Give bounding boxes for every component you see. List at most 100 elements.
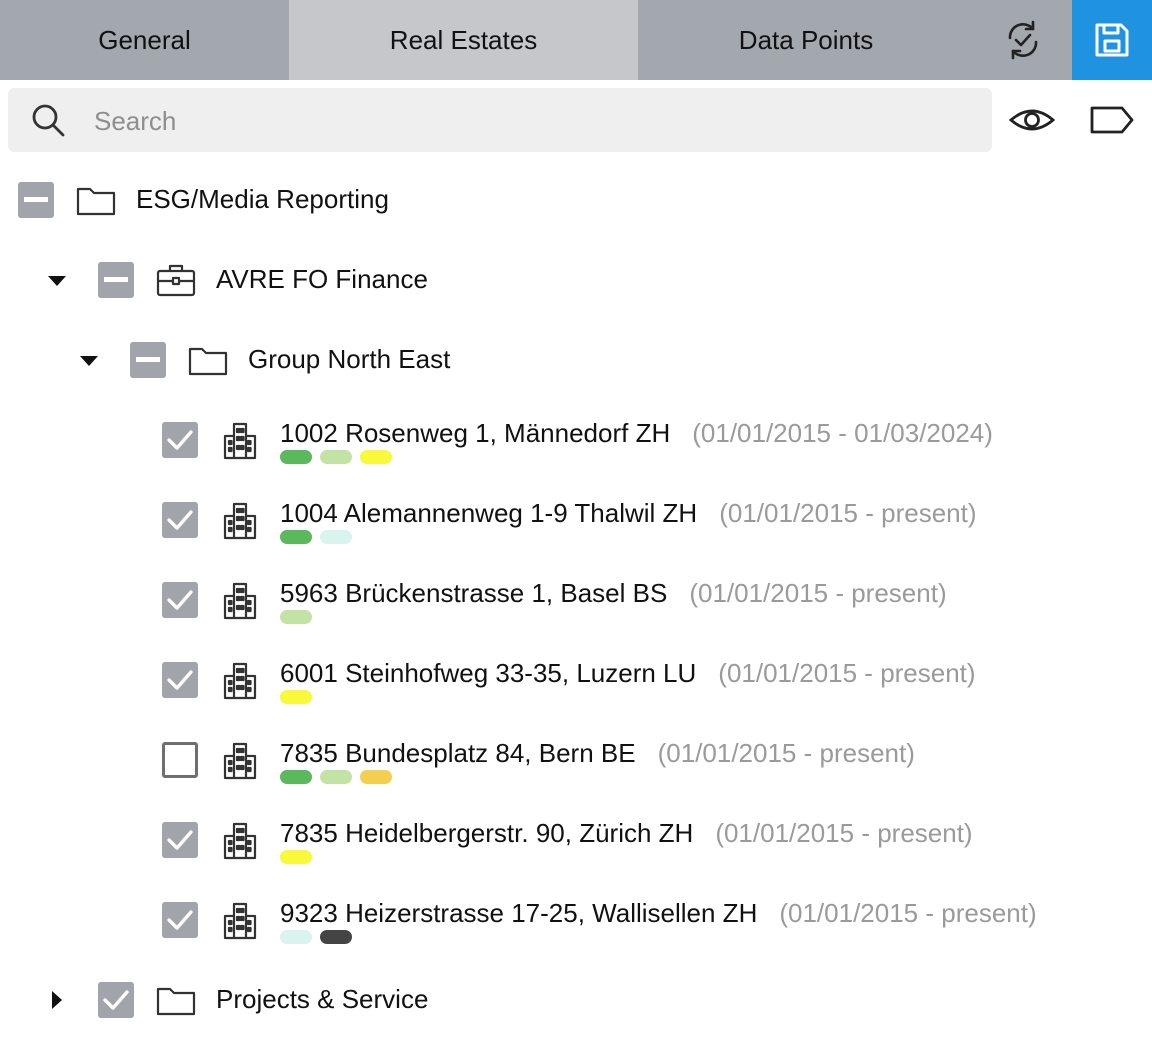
tree-label-root[interactable]: ESG/Media Reporting: [136, 184, 389, 215]
tree-label-portfolio[interactable]: AVRE FO Finance: [216, 264, 428, 295]
property-period: (01/01/2015 - present): [719, 498, 977, 528]
building-icon-wrap: [222, 420, 258, 465]
property-checkbox[interactable]: [162, 742, 198, 778]
minus-icon: [24, 197, 48, 202]
property-tags: [280, 610, 312, 624]
folder-icon: [76, 187, 116, 216]
property-period: (01/01/2015 - present): [657, 738, 915, 768]
property-label[interactable]: 5963 Brückenstrasse 1, Basel BS (01/01/20…: [280, 578, 947, 609]
caret-down-icon[interactable]: [76, 347, 102, 373]
building-icon: [223, 662, 257, 700]
property-name: 1004 Alemannenweg 1-9 Thalwil ZH: [280, 498, 698, 528]
save-button[interactable]: [1072, 0, 1152, 80]
search-box: [8, 88, 992, 152]
tag-icon: [1090, 106, 1134, 134]
checkmark-icon: [167, 910, 193, 930]
checkmark-icon: [167, 670, 193, 690]
sync-button[interactable]: [974, 0, 1072, 80]
tag-pill: [320, 930, 352, 944]
building-icon: [223, 742, 257, 780]
tree-property-row[interactable]: 7835 Heidelbergerstr. 90, Zürich ZH (01/0…: [0, 802, 1152, 878]
tab-data-points[interactable]: Data Points: [638, 0, 974, 80]
search-input[interactable]: [92, 98, 976, 144]
tree-property-row[interactable]: 6001 Steinhofweg 33-35, Luzern LU (01/01/…: [0, 642, 1152, 718]
tree-checkbox-sibling[interactable]: [98, 982, 134, 1018]
tag-pill: [280, 610, 312, 624]
eye-icon: [1008, 109, 1056, 131]
property-name: 6001 Steinhofweg 33-35, Luzern LU: [280, 658, 697, 688]
property-period: (01/01/2015 - present): [715, 818, 973, 848]
tree-property-row[interactable]: 9323 Heizerstrasse 17-25, Wallisellen ZH…: [0, 882, 1152, 958]
building-icon-wrap: [222, 740, 258, 785]
tree-property-row[interactable]: 1002 Rosenweg 1, Männedorf ZH (01/01/2015…: [0, 402, 1152, 478]
building-icon-wrap: [222, 660, 258, 705]
save-icon: [1095, 23, 1129, 57]
property-tags: [280, 770, 392, 784]
building-icon: [223, 502, 257, 540]
building-icon-wrap: [222, 580, 258, 625]
tree-property-row[interactable]: 5963 Brückenstrasse 1, Basel BS (01/01/20…: [0, 562, 1152, 638]
tag-pill: [280, 530, 312, 544]
property-name: 7835 Heidelbergerstr. 90, Zürich ZH: [280, 818, 694, 848]
tag-pill: [320, 770, 352, 784]
property-tags: [280, 690, 312, 704]
property-checkbox[interactable]: [162, 502, 198, 538]
minus-icon: [136, 357, 160, 362]
property-label[interactable]: 7835 Bundesplatz 84, Bern BE (01/01/2015 …: [280, 738, 915, 769]
tab-general[interactable]: General: [0, 0, 289, 80]
tree-property-row[interactable]: 7835 Bundesplatz 84, Bern BE (01/01/2015 …: [0, 722, 1152, 798]
search-icon: [32, 104, 65, 137]
building-icon-wrap: [222, 900, 258, 945]
tree-checkbox-group[interactable]: [130, 342, 166, 378]
tree-property-row[interactable]: 1004 Alemannenweg 1-9 Thalwil ZH (01/01/2…: [0, 482, 1152, 558]
building-icon-wrap: [222, 820, 258, 865]
caret-down-icon[interactable]: [44, 267, 70, 293]
building-icon: [223, 422, 257, 460]
property-tags: [280, 530, 352, 544]
property-name: 9323 Heizerstrasse 17-25, Wallisellen ZH: [280, 898, 758, 928]
folder-icon: [188, 347, 228, 376]
tab-bar: General Real Estates Data Points: [0, 0, 1152, 80]
building-icon: [223, 902, 257, 940]
property-checkbox[interactable]: [162, 822, 198, 858]
folder-icon: [156, 987, 196, 1016]
tag-pill: [280, 770, 312, 784]
property-label[interactable]: 1004 Alemannenweg 1-9 Thalwil ZH (01/01/2…: [280, 498, 977, 529]
building-icon: [223, 822, 257, 860]
property-checkbox[interactable]: [162, 582, 198, 618]
tab-real-estates[interactable]: Real Estates: [289, 0, 638, 80]
tag-filter-button[interactable]: [1086, 96, 1138, 144]
property-name: 5963 Brückenstrasse 1, Basel BS: [280, 578, 668, 608]
building-icon: [223, 582, 257, 620]
tag-pill: [280, 450, 312, 464]
property-label[interactable]: 1002 Rosenweg 1, Männedorf ZH (01/01/2015…: [280, 418, 993, 449]
tree-checkbox-root[interactable]: [18, 182, 54, 218]
tag-pill: [280, 690, 312, 704]
building-icon-wrap: [222, 500, 258, 545]
minus-icon: [104, 277, 128, 282]
property-name: 7835 Bundesplatz 84, Bern BE: [280, 738, 636, 768]
property-label[interactable]: 9323 Heizerstrasse 17-25, Wallisellen ZH…: [280, 898, 1037, 929]
property-period: (01/01/2015 - 01/03/2024): [692, 418, 993, 448]
property-checkbox[interactable]: [162, 902, 198, 938]
property-tags: [280, 930, 352, 944]
caret-right-icon[interactable]: [44, 987, 70, 1013]
tag-pill: [360, 450, 392, 464]
checkmark-icon: [167, 590, 193, 610]
property-checkbox[interactable]: [162, 422, 198, 458]
property-tags: [280, 450, 392, 464]
property-checkbox[interactable]: [162, 662, 198, 698]
sync-check-icon: [1008, 20, 1038, 60]
property-label[interactable]: 6001 Steinhofweg 33-35, Luzern LU (01/01/…: [280, 658, 976, 689]
tag-pill: [320, 450, 352, 464]
tree-checkbox-portfolio[interactable]: [98, 262, 134, 298]
tree-label-sibling[interactable]: Projects & Service: [216, 984, 428, 1015]
property-label[interactable]: 7835 Heidelbergerstr. 90, Zürich ZH (01/0…: [280, 818, 973, 849]
tree-label-group[interactable]: Group North East: [248, 344, 450, 375]
visibility-toggle-button[interactable]: [1006, 96, 1058, 144]
checkmark-icon: [167, 830, 193, 850]
property-period: (01/01/2015 - present): [689, 578, 947, 608]
tag-pill: [360, 770, 392, 784]
property-period: (01/01/2015 - present): [779, 898, 1037, 928]
tag-pill: [280, 850, 312, 864]
